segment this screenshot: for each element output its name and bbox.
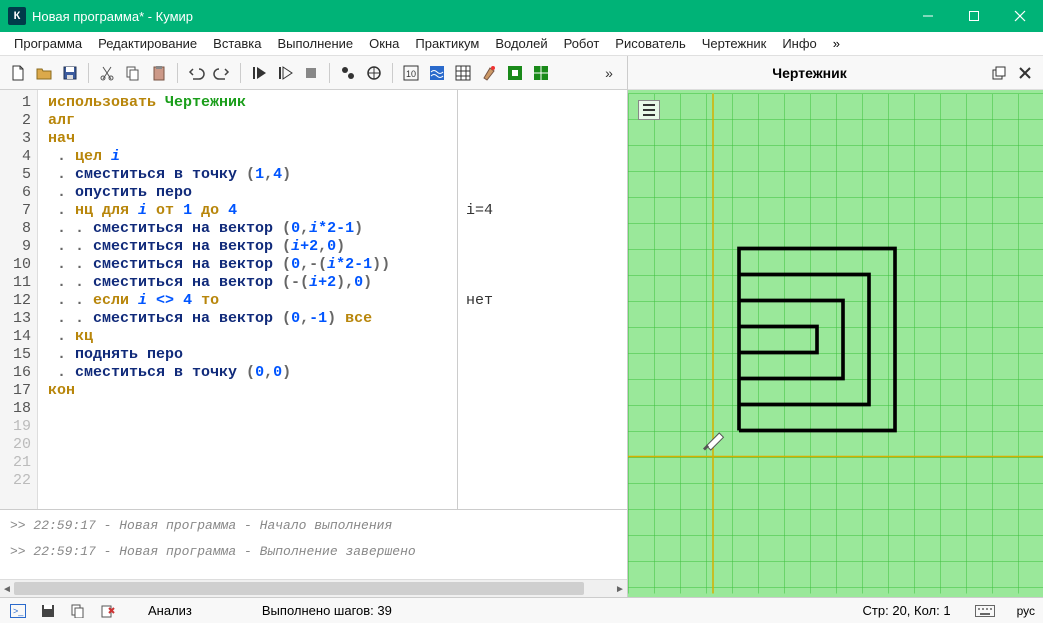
main-area: 10 » 12345678910111213141516171819202122… <box>0 56 1043 597</box>
menu-windows[interactable]: Окна <box>361 34 407 53</box>
menubar: Программа Редактирование Вставка Выполне… <box>0 32 1043 56</box>
menu-overflow[interactable]: » <box>825 34 848 53</box>
tool-waves-icon[interactable] <box>425 61 449 85</box>
draftsman-canvas[interactable] <box>628 90 1043 597</box>
run-icon[interactable] <box>247 61 271 85</box>
panel-header: Чертежник <box>628 56 1043 90</box>
console-line: >> 22:59:17 - Новая программа - Начало в… <box>10 516 617 536</box>
svg-text:10: 10 <box>406 69 416 79</box>
tool-a-icon[interactable] <box>336 61 360 85</box>
toolbar-separator <box>329 63 330 83</box>
redo-icon[interactable] <box>210 61 234 85</box>
scroll-left-icon[interactable]: ◄ <box>0 580 14 597</box>
save-file-icon[interactable] <box>58 61 82 85</box>
open-file-icon[interactable] <box>32 61 56 85</box>
status-mode: Анализ <box>148 603 192 618</box>
menu-robot[interactable]: Робот <box>556 34 608 53</box>
status-lang[interactable]: рус <box>1017 604 1035 618</box>
close-button[interactable] <box>997 0 1043 32</box>
toolbar-separator <box>177 63 178 83</box>
right-pane: Чертежник <box>628 56 1043 597</box>
toolbar-separator <box>240 63 241 83</box>
cut-icon[interactable] <box>95 61 119 85</box>
scrollbar-thumb[interactable] <box>14 582 584 595</box>
status-terminal-icon[interactable]: >_ <box>8 601 28 621</box>
code-content[interactable]: использовать Чертежникалгнач . цел i . с… <box>38 90 457 509</box>
undo-icon[interactable] <box>184 61 208 85</box>
status-copy-icon[interactable] <box>68 601 88 621</box>
status-save-icon[interactable] <box>38 601 58 621</box>
menu-practicum[interactable]: Практикум <box>407 34 487 53</box>
menu-draw[interactable]: Рисователь <box>607 34 693 53</box>
status-clear-icon[interactable] <box>98 601 118 621</box>
menu-info[interactable]: Инфо <box>774 34 824 53</box>
window-title: Новая программа* - Кумир <box>32 9 905 24</box>
menu-edit[interactable]: Редактирование <box>90 34 205 53</box>
stop-icon[interactable] <box>299 61 323 85</box>
console-line: >> 22:59:17 - Новая программа - Выполнен… <box>10 542 617 562</box>
svg-text:>_: >_ <box>13 606 24 616</box>
tool-numbers-icon[interactable]: 10 <box>399 61 423 85</box>
status-steps: Выполнено шагов: 39 <box>262 603 392 618</box>
output-console[interactable]: >> 22:59:17 - Новая программа - Начало в… <box>0 509 627 579</box>
menu-draftsman[interactable]: Чертежник <box>694 34 775 53</box>
tool-green1-icon[interactable] <box>503 61 527 85</box>
tool-b-icon[interactable] <box>362 61 386 85</box>
menu-program[interactable]: Программа <box>6 34 90 53</box>
statusbar: >_ Анализ Выполнено шагов: 39 Стр: 20, К… <box>0 597 1043 623</box>
toolbar-separator <box>88 63 89 83</box>
margin-column: i=4нет <box>457 90 627 509</box>
menu-insert[interactable]: Вставка <box>205 34 269 53</box>
toolbar: 10 » <box>0 56 627 90</box>
app-icon: К <box>8 7 26 25</box>
menu-run[interactable]: Выполнение <box>269 34 361 53</box>
horizontal-scrollbar[interactable]: ◄ ► <box>0 579 627 597</box>
tool-green2-icon[interactable] <box>529 61 553 85</box>
menu-vodoley[interactable]: Водолей <box>487 34 555 53</box>
maximize-button[interactable] <box>951 0 997 32</box>
scroll-right-icon[interactable]: ► <box>613 580 627 597</box>
tool-paint-icon[interactable] <box>477 61 501 85</box>
panel-detach-icon[interactable] <box>989 63 1009 83</box>
paste-icon[interactable] <box>147 61 171 85</box>
status-cursor: Стр: 20, Кол: 1 <box>863 603 951 618</box>
left-pane: 10 » 12345678910111213141516171819202122… <box>0 56 628 597</box>
panel-close-icon[interactable] <box>1015 63 1035 83</box>
tool-grid-icon[interactable] <box>451 61 475 85</box>
line-gutter: 12345678910111213141516171819202122 <box>0 90 38 509</box>
status-keyboard-icon[interactable] <box>975 601 995 621</box>
run-step-icon[interactable] <box>273 61 297 85</box>
toolbar-separator <box>392 63 393 83</box>
canvas-menu-icon[interactable] <box>638 100 660 120</box>
toolbar-overflow[interactable]: » <box>597 61 621 85</box>
titlebar: К Новая программа* - Кумир <box>0 0 1043 32</box>
minimize-button[interactable] <box>905 0 951 32</box>
panel-title: Чертежник <box>636 65 983 81</box>
copy-icon[interactable] <box>121 61 145 85</box>
new-file-icon[interactable] <box>6 61 30 85</box>
code-editor[interactable]: 12345678910111213141516171819202122 испо… <box>0 90 627 509</box>
